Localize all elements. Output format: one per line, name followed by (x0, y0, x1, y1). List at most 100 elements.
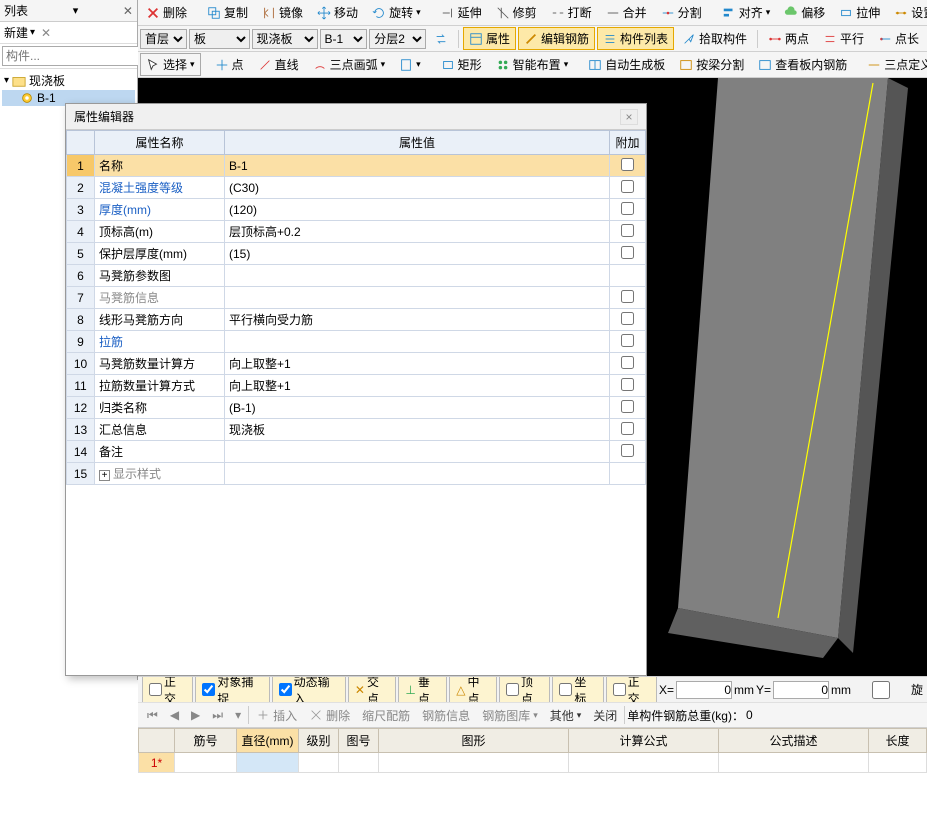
other-button[interactable]: 其他▾ (545, 705, 587, 726)
nav-next[interactable]: ▶ (186, 706, 205, 724)
stretch-button[interactable]: 拉伸 (833, 1, 886, 24)
property-row[interactable]: 13汇总信息现浇板 (67, 419, 646, 441)
rotate-button[interactable]: 旋转▾ (366, 1, 427, 24)
insert-button[interactable]: 插入 (251, 705, 302, 726)
component-select[interactable]: B-1 (320, 29, 368, 49)
attach-checkbox[interactable] (621, 246, 634, 259)
merge-button[interactable]: 合并 (600, 1, 653, 24)
nav-last[interactable]: ⏭ (207, 706, 228, 725)
mirror-button[interactable]: 镜像 (256, 1, 309, 24)
attach-checkbox[interactable] (621, 334, 634, 347)
rot-check[interactable] (853, 681, 909, 699)
snap-tab-3[interactable]: ✕交点 (348, 676, 397, 702)
attach-checkbox[interactable] (621, 202, 634, 215)
new-component-button[interactable]: 新建▾ ✕ (0, 22, 137, 44)
point-button[interactable]: 点 (209, 53, 250, 76)
smart-button[interactable]: 智能布置▾ (490, 53, 575, 76)
property-row[interactable]: 6马凳筋参数图 (67, 265, 646, 287)
edit-rebar-button[interactable]: 编辑钢筋 (518, 27, 595, 50)
line-button[interactable]: 直线 (252, 53, 305, 76)
attach-checkbox[interactable] (621, 378, 634, 391)
threept-button[interactable]: 三点定义 (861, 53, 927, 76)
rect-button[interactable]: 矩形 (435, 53, 488, 76)
parallel-button[interactable]: 平行 (817, 27, 870, 50)
attach-checkbox[interactable] (621, 356, 634, 369)
scale-button[interactable]: 缩尺配筋 (357, 705, 415, 726)
extend-button[interactable]: 延伸 (435, 1, 488, 24)
snap-tab-7[interactable]: 坐标 (552, 676, 603, 702)
snap-tab-8[interactable]: 正交 (606, 676, 657, 702)
splitbeam-button[interactable]: 按梁分割 (673, 53, 750, 76)
close-button[interactable]: × (620, 109, 638, 125)
layer-select[interactable]: 首层 (140, 29, 187, 49)
tree-root[interactable]: ▾ 现浇板 (2, 71, 135, 90)
close-rebar-button[interactable]: 关闭 (588, 705, 622, 726)
trim-icon (496, 6, 510, 20)
property-row[interactable]: 14备注 (67, 441, 646, 463)
nav-first[interactable]: ⏮ (142, 706, 163, 725)
snap-tab-2[interactable]: 动态输入 (272, 676, 346, 702)
toolbar-layer: 首层 板 现浇板 B-1 分层2 属性 编辑钢筋 构件列表 拾取构件 两点 平行… (138, 26, 927, 52)
split-button[interactable]: 分割 (655, 1, 708, 24)
trim-button[interactable]: 修剪 (490, 1, 543, 24)
snap-tab-5[interactable]: △中点 (449, 676, 497, 702)
more-draw-button[interactable]: ▾ (393, 55, 427, 75)
close-icon[interactable]: ✕ (41, 26, 51, 40)
offset-button[interactable]: 偏移 (778, 1, 831, 24)
break-button[interactable]: 打断 (545, 1, 598, 24)
autogen-button[interactable]: 自动生成板 (582, 53, 671, 76)
align-button[interactable]: 对齐▾ (716, 1, 777, 24)
expand-icon[interactable]: + (99, 470, 110, 481)
property-row[interactable]: 4顶标高(m)层顶标高+0.2 (67, 221, 646, 243)
arc3-button[interactable]: 三点画弧▾ (307, 53, 392, 76)
nav-prev[interactable]: ◀ (165, 706, 184, 724)
property-row[interactable]: 11拉筋数量计算方式向上取整+1 (67, 375, 646, 397)
property-row[interactable]: 9拉筋 (67, 331, 646, 353)
twopoint-button[interactable]: 两点 (762, 27, 815, 50)
property-row[interactable]: 12归类名称(B-1) (67, 397, 646, 419)
select-button[interactable]: 选择▾ (140, 53, 201, 76)
close-icon[interactable]: ✕ (123, 4, 133, 18)
y-input[interactable] (773, 681, 829, 699)
attach-checkbox[interactable] (621, 180, 634, 193)
property-row[interactable]: 8线形马凳筋方向平行横向受力筋 (67, 309, 646, 331)
property-row[interactable]: 1名称B-1 (67, 155, 646, 177)
subcat-select[interactable]: 现浇板 (252, 29, 318, 49)
viewrebar-button[interactable]: 查看板内钢筋 (752, 53, 853, 76)
delete-row-button[interactable]: 删除 (304, 705, 355, 726)
pointlong-button[interactable]: 点长 (872, 27, 925, 50)
x-input[interactable] (676, 681, 732, 699)
dialog-titlebar[interactable]: 属性编辑器 × (66, 104, 646, 130)
attach-checkbox[interactable] (621, 224, 634, 237)
table-row[interactable]: 1* (139, 753, 927, 773)
snap-tab-6[interactable]: 顶点 (499, 676, 550, 702)
attach-checkbox[interactable] (621, 400, 634, 413)
category-select[interactable]: 板 (189, 29, 250, 49)
attach-checkbox[interactable] (621, 444, 634, 457)
attach-checkbox[interactable] (621, 290, 634, 303)
property-row[interactable]: 15+显示样式 (67, 463, 646, 485)
nav-more[interactable]: ▾ (230, 706, 246, 724)
copy-button[interactable]: 复制 (201, 1, 254, 24)
swap-button[interactable] (428, 29, 454, 49)
property-row[interactable]: 7马凳筋信息 (67, 287, 646, 309)
sublayer-select[interactable]: 分层2 (369, 29, 426, 49)
property-row[interactable]: 2混凝土强度等级(C30) (67, 177, 646, 199)
attach-checkbox[interactable] (621, 422, 634, 435)
properties-button[interactable]: 属性 (463, 27, 516, 50)
rebarinfo-button[interactable]: 钢筋信息 (417, 705, 475, 726)
property-row[interactable]: 5保护层厚度(mm)(15) (67, 243, 646, 265)
attach-checkbox[interactable] (621, 312, 634, 325)
move-button[interactable]: 移动 (311, 1, 364, 24)
snap-tab-0[interactable]: 正交 (142, 676, 193, 702)
delete-button[interactable]: 删除 (140, 1, 193, 24)
snap-tab-4[interactable]: ⊥垂点 (398, 676, 447, 702)
pick-component-button[interactable]: 拾取构件 (676, 27, 753, 50)
component-list-button[interactable]: 构件列表 (597, 27, 674, 50)
rebarlib-button[interactable]: 钢筋图库▾ (477, 705, 543, 726)
attach-checkbox[interactable] (621, 158, 634, 171)
property-row[interactable]: 10马凳筋数量计算方向上取整+1 (67, 353, 646, 375)
snap-tab-1[interactable]: 对象捕捉 (195, 676, 269, 702)
setgrip-button[interactable]: 设置夹点 (888, 1, 927, 24)
property-row[interactable]: 3厚度(mm)(120) (67, 199, 646, 221)
